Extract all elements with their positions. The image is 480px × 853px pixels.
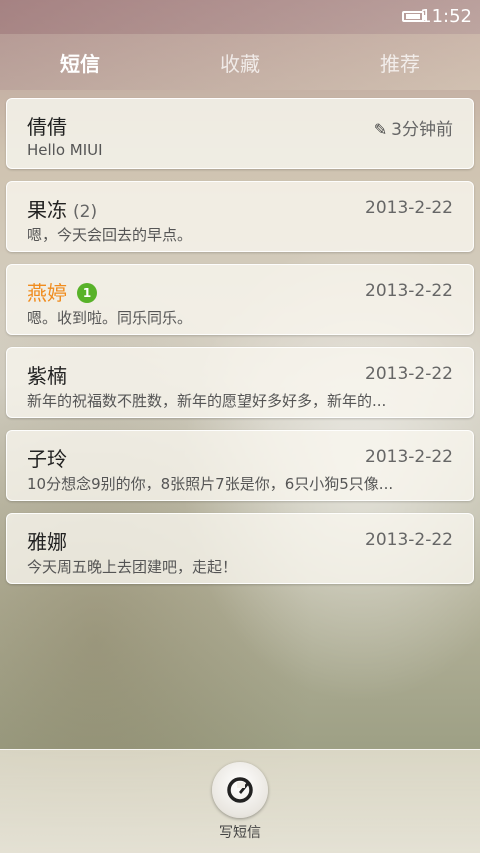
conversation-item[interactable]: 紫楠 2013-2-22 新年的祝福数不胜数，新年的愿望好多好多，新年的... (6, 347, 474, 418)
status-time: 11:52 (420, 6, 472, 27)
conversation-item[interactable]: 雅娜 2013-2-22 今天周五晚上去团建吧，走起！ (6, 513, 474, 584)
message-preview: 嗯。收到啦。同乐同乐。 (27, 309, 193, 327)
status-bar: 11:52 (0, 0, 480, 34)
unread-badge: 1 (77, 283, 97, 303)
contact-name: 雅娜 (27, 530, 67, 554)
message-time: 2013-2-22 (365, 364, 453, 384)
message-time: 2013-2-22 (365, 198, 453, 218)
conversation-list: 倩倩 ✎ 3分钟前 Hello MIUI 果冻 (2) 2013-2-22 嗯，今天… (6, 98, 474, 596)
thread-count: (2) (73, 202, 98, 222)
contact-name: 子玲 (27, 447, 67, 471)
compose-label: 写短信 (219, 825, 261, 841)
tab-favorites[interactable]: 收藏 (160, 48, 320, 77)
conversation-item[interactable]: 倩倩 ✎ 3分钟前 Hello MIUI (6, 98, 474, 169)
pencil-icon: ✎ (373, 120, 388, 139)
conversation-item[interactable]: 果冻 (2) 2013-2-22 嗯，今天会回去的早点。 (6, 181, 474, 252)
message-preview: 10分想念9别的你，8张照片7张是你，6只小狗5只像... (27, 475, 394, 493)
message-preview: Hello MIUI (27, 141, 103, 159)
message-preview: 新年的祝福数不胜数，新年的愿望好多好多，新年的... (27, 392, 387, 410)
contact-name: 果冻 (2) (27, 194, 97, 223)
compose-icon (227, 777, 253, 803)
bottom-bar: 写短信 (0, 749, 480, 853)
conversation-item[interactable]: 燕婷 1 2013-2-22 嗯。收到啦。同乐同乐。 (6, 264, 474, 335)
message-time: 2013-2-22 (365, 530, 453, 550)
contact-name: 紫楠 (27, 364, 67, 388)
tab-messages[interactable]: 短信 (0, 48, 160, 77)
message-preview: 今天周五晚上去团建吧，走起！ (27, 558, 238, 576)
message-time: 2013-2-22 (365, 447, 453, 467)
tab-recommended[interactable]: 推荐 (320, 48, 480, 77)
message-preview: 嗯，今天会回去的早点。 (27, 226, 193, 244)
message-time: ✎ 3分钟前 (374, 115, 453, 140)
contact-name: 倩倩 (27, 115, 67, 139)
contact-name-text: 燕婷 (27, 281, 67, 305)
contact-name: 燕婷 1 (27, 277, 97, 306)
conversation-item[interactable]: 子玲 2013-2-22 10分想念9别的你，8张照片7张是你，6只小狗5只像.… (6, 430, 474, 501)
compose-button[interactable] (212, 762, 268, 818)
contact-name-text: 果冻 (27, 198, 67, 222)
tab-bar: 短信 收藏 推荐 (0, 34, 480, 90)
message-time: 2013-2-22 (365, 281, 453, 301)
time-text: 3分钟前 (391, 120, 453, 140)
